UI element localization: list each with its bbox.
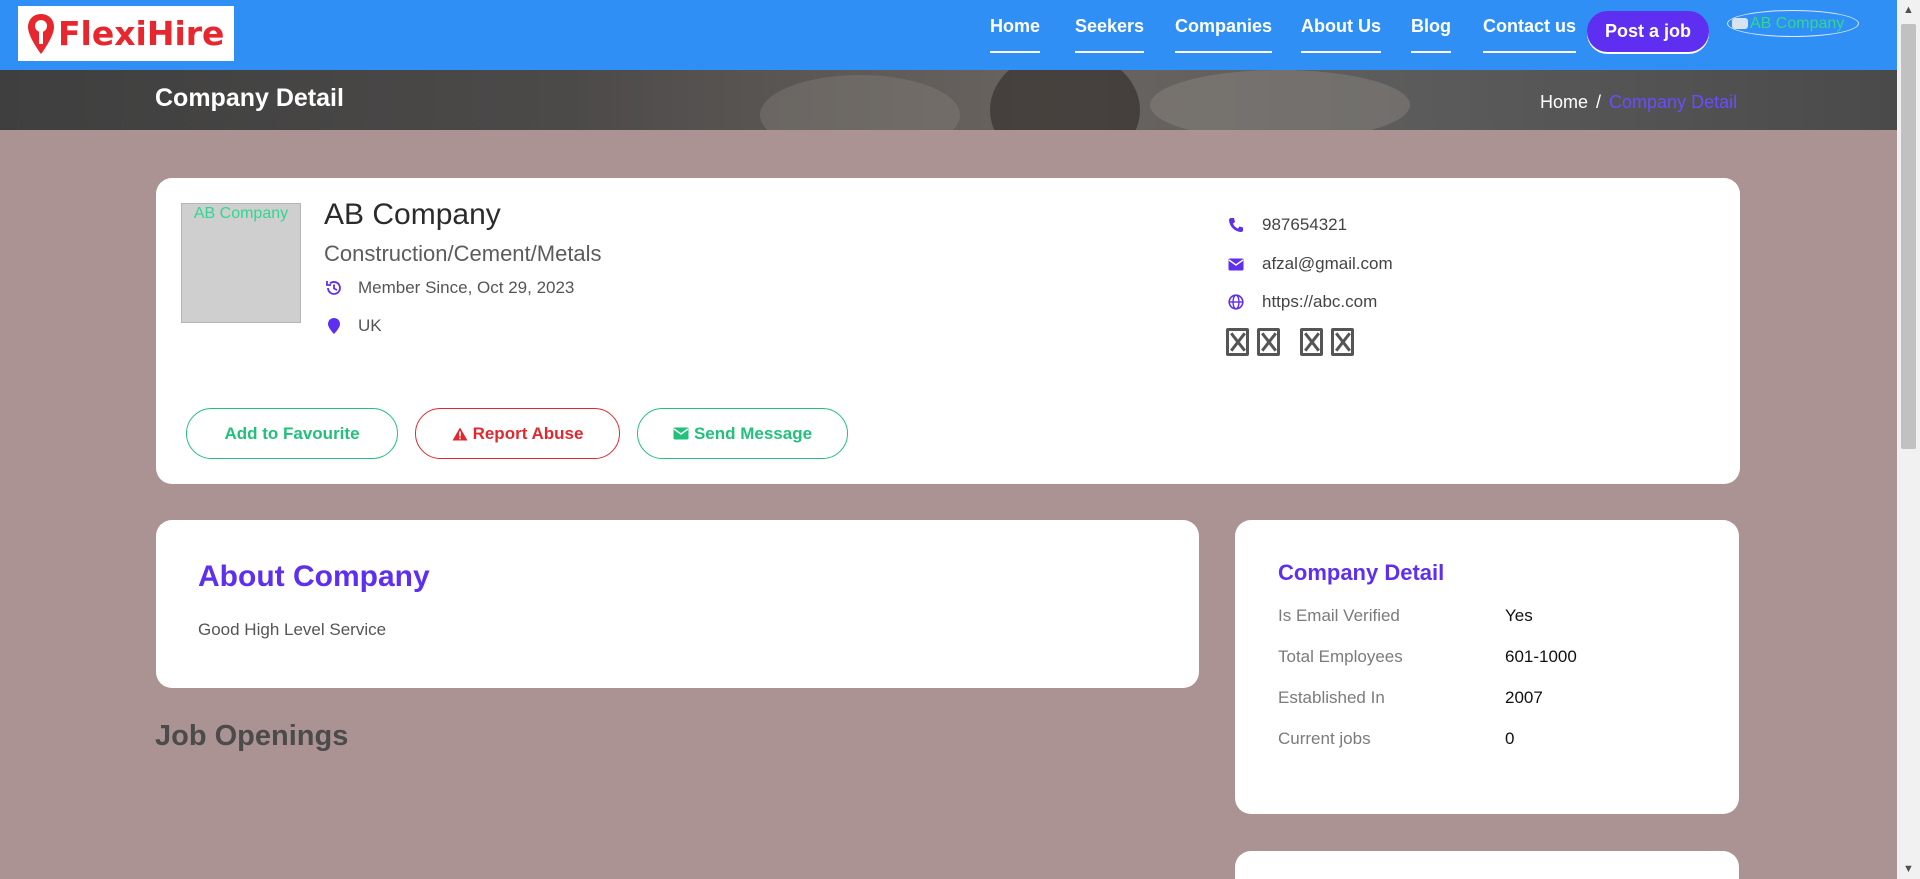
social-links [1226,328,1362,356]
banner-background-shape [990,70,1140,130]
globe-icon [1226,294,1246,310]
phone-row: 987654321 [1226,215,1347,235]
breadcrumb: Home / Company Detail [1540,92,1737,113]
company-logo-image: AB Company [181,203,301,323]
sidebar-card [1235,851,1739,879]
website-row: https://abc.com [1226,292,1377,312]
report-abuse-button[interactable]: Report Abuse [415,408,620,459]
missing-glyph-icon[interactable] [1226,328,1249,356]
website-link[interactable]: https://abc.com [1262,292,1377,312]
add-to-favourite-button[interactable]: Add to Favourite [186,408,398,459]
add-to-favourite-label: Add to Favourite [224,423,360,443]
job-openings-heading: Job Openings [155,720,349,752]
envelope-icon [673,427,689,440]
warning-icon [452,427,468,441]
map-pin-logo-icon [26,12,56,56]
banner-background-shape [1150,70,1410,130]
scrollbar-thumb[interactable] [1901,24,1916,449]
send-message-button[interactable]: Send Message [637,408,848,459]
company-detail-heading: Company Detail [1278,560,1445,585]
missing-glyph-icon[interactable] [1257,328,1280,356]
company-name: AB Company [324,198,501,231]
member-since-row: Member Since, Oct 29, 2023 [324,278,574,298]
nav-home[interactable]: Home [990,16,1041,53]
detail-label: Is Email Verified [1278,606,1400,625]
missing-glyph-icon[interactable] [1331,328,1354,356]
breadcrumb-current: Company Detail [1609,92,1738,112]
detail-value: 0 [1505,729,1515,748]
email-row: afzal@gmail.com [1226,254,1393,274]
envelope-icon [1226,258,1246,271]
user-menu-label: AB Company [1750,14,1845,32]
detail-row: Established In 2007 [1278,688,1543,708]
location-row: UK [324,316,382,336]
nav-about-us[interactable]: About Us [1301,16,1381,53]
breadcrumb-home[interactable]: Home [1540,92,1588,112]
company-profile-card: AB Company AB Company Construction/Cemen… [156,178,1740,484]
top-navbar: FlexiHire Home Seekers Companies About U… [0,0,1897,70]
member-since-text: Member Since, Oct 29, 2023 [358,278,575,297]
nav-contact-us[interactable]: Contact us [1483,16,1577,53]
nav-blog[interactable]: Blog [1411,16,1451,53]
company-industry: Construction/Cement/Metals [324,241,602,266]
detail-row: Current jobs 0 [1278,729,1514,749]
scroll-down-arrow-icon[interactable]: ▼ [1897,859,1920,879]
scroll-up-arrow-icon[interactable]: ▲ [1897,0,1920,20]
banner-background-shape [760,75,960,130]
report-abuse-label: Report Abuse [472,423,584,443]
vertical-scrollbar[interactable]: ▲ ▼ [1897,0,1920,879]
post-job-button[interactable]: Post a job [1587,11,1709,52]
page-title: Company Detail [155,84,344,112]
nav-seekers[interactable]: Seekers [1075,16,1145,53]
company-detail-card: Company Detail Is Email Verified Yes Tot… [1235,520,1739,814]
about-company-text: Good High Level Service [198,620,387,639]
detail-value: 601-1000 [1505,647,1577,666]
location-pin-icon [324,317,344,335]
detail-label: Established In [1278,688,1385,707]
nav-companies[interactable]: Companies [1175,16,1273,53]
detail-label: Current jobs [1278,729,1371,748]
send-message-label: Send Message [693,423,813,443]
missing-glyph-icon[interactable] [1300,328,1323,356]
brand-name: FlexiHire [58,14,225,53]
detail-value: 2007 [1505,688,1543,707]
about-company-heading: About Company [198,560,430,593]
detail-label: Total Employees [1278,647,1403,666]
breadcrumb-separator: / [1596,92,1602,112]
brand-logo[interactable]: FlexiHire [18,6,234,61]
user-menu[interactable]: AB Company [1727,10,1859,37]
location-text: UK [358,316,382,335]
detail-row: Total Employees 601-1000 [1278,647,1577,667]
page-banner: Company Detail Home / Company Detail [0,70,1897,130]
history-icon [324,279,344,297]
about-company-card: About Company Good High Level Service [156,520,1199,688]
phone-text[interactable]: 987654321 [1262,215,1347,235]
detail-value: Yes [1505,606,1533,625]
user-avatar-icon [1732,18,1748,29]
email-text[interactable]: afzal@gmail.com [1262,254,1393,274]
detail-row: Is Email Verified Yes [1278,606,1533,626]
phone-icon [1226,217,1246,233]
